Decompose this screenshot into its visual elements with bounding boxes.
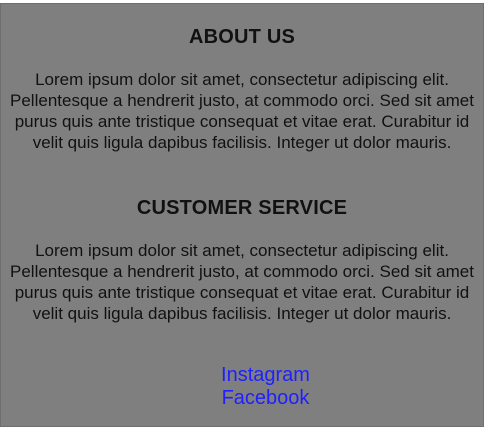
footer-panel: ABOUT US Lorem ipsum dolor sit amet, con… [0, 3, 484, 427]
instagram-link[interactable]: Instagram [1, 364, 483, 387]
social-links: Instagram Facebook [1, 364, 483, 410]
customer-service-heading: CUSTOMER SERVICE [136, 197, 348, 219]
facebook-link[interactable]: Facebook [1, 387, 483, 410]
customer-service-text: Lorem ipsum dolor sit amet, consectetur … [10, 241, 474, 323]
about-us-text: Lorem ipsum dolor sit amet, consectetur … [10, 70, 474, 152]
about-us-heading: ABOUT US [188, 26, 296, 48]
